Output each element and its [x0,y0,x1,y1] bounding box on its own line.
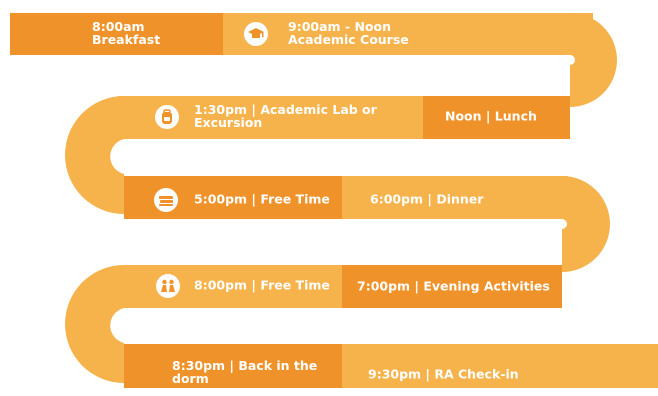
schedule-academic-lab: 1:30pm | Academic Lab or Excursion [194,103,377,129]
people-icon [156,274,180,298]
schedule-lunch: Noon | Lunch [445,110,537,123]
road-turn-left-2 [65,265,124,383]
graduation-cap-icon [244,22,268,46]
back-in-dorm-line2: dorm [172,371,209,386]
schedule-breakfast: 8:00am Breakfast [92,20,160,46]
daily-schedule-diagram: 8:00am Breakfast 9:00am - Noon Academic … [0,0,658,396]
books-icon [154,188,178,212]
free-time-2-text: 8:00pm | Free Time [194,277,330,293]
schedule-dinner: 6:00pm | Dinner [370,193,483,206]
schedule-evening-activities: 7:00pm | Evening Activities [357,280,550,293]
schedule-free-time-1: 5:00pm | Free Time [194,193,330,206]
dinner-text: 6:00pm | Dinner [370,191,484,207]
schedule-ra-check-in: 9:30pm | RA Check-in [368,368,519,381]
ra-check-in-text: 9:30pm | RA Check-in [368,366,519,382]
road-turn-left-1 [65,96,124,214]
schedule-back-in-dorm: 8:30pm | Back in the dorm [172,359,317,385]
road-turn-right-1 [570,13,617,107]
lunch-text: Noon | Lunch [445,108,537,124]
road-turn-right-2 [562,176,610,272]
backpack-icon [155,105,179,129]
free-time-1-text: 5:00pm | Free Time [194,191,330,207]
schedule-free-time-2: 8:00pm | Free Time [194,279,330,292]
schedule-academic-course: 9:00am - Noon Academic Course [288,20,409,46]
breakfast-activity: Breakfast [92,32,161,47]
academic-course-activity: Academic Course [288,32,409,47]
academic-lab-line2: Excursion [194,115,263,130]
evening-activities-text: 7:00pm | Evening Activities [357,278,550,294]
